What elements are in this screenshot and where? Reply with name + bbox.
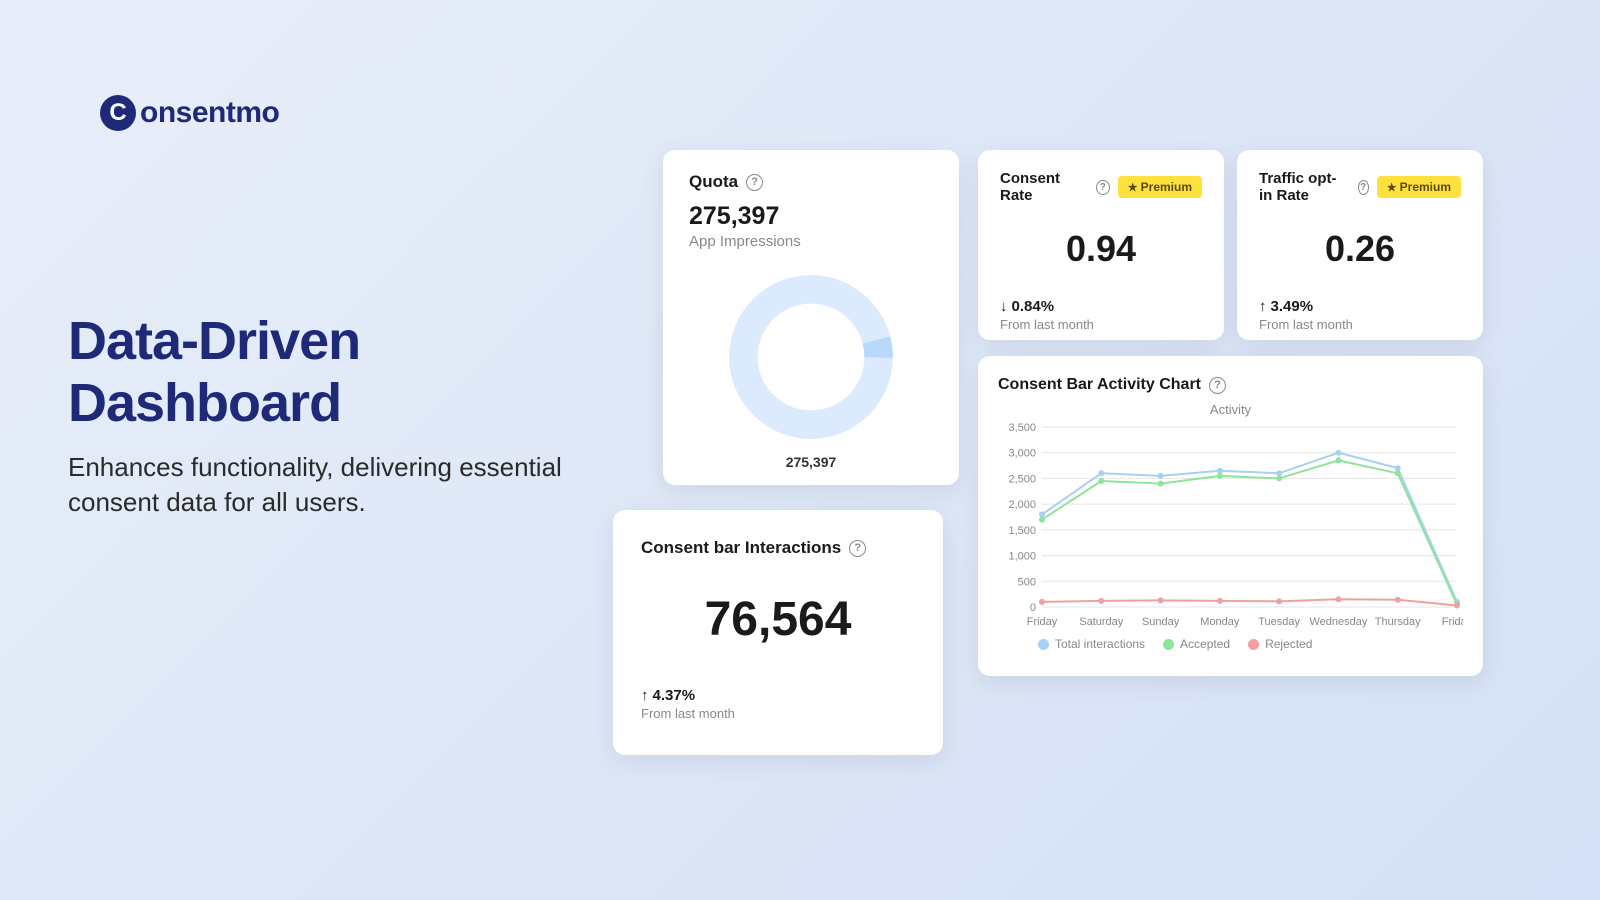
- brand-logo: C onsentmo: [100, 95, 279, 131]
- legend-dot-icon: [1163, 639, 1174, 650]
- svg-text:0: 0: [1030, 602, 1036, 614]
- svg-text:2,000: 2,000: [1008, 499, 1036, 511]
- svg-text:Sunday: Sunday: [1142, 616, 1180, 628]
- consent-rate-delta-sub: From last month: [1000, 317, 1202, 332]
- interactions-delta: 4.37%: [653, 687, 696, 704]
- logo-icon: C: [100, 95, 136, 131]
- svg-text:Thursday: Thursday: [1375, 616, 1421, 628]
- svg-text:Wednesday: Wednesday: [1309, 616, 1367, 628]
- consent-rate-value: 0.94: [1000, 228, 1202, 270]
- traffic-rate-delta: 3.49%: [1271, 298, 1314, 315]
- star-icon: ★: [1387, 181, 1397, 194]
- star-icon: ★: [1128, 181, 1138, 194]
- help-icon[interactable]: ?: [1358, 180, 1369, 195]
- help-icon[interactable]: ?: [1096, 180, 1110, 195]
- legend-dot-icon: [1248, 639, 1259, 650]
- consent-rate-card: Consent Rate ? ★Premium 0.94 ↓ 0.84% Fro…: [978, 150, 1224, 340]
- traffic-rate-value: 0.26: [1259, 228, 1461, 270]
- help-icon[interactable]: ?: [1209, 377, 1226, 394]
- traffic-rate-title: Traffic opt-in Rate: [1259, 170, 1350, 204]
- interactions-title: Consent bar Interactions: [641, 538, 841, 558]
- chart-legend: Total interactions Accepted Rejected: [1038, 637, 1463, 651]
- premium-badge: ★Premium: [1377, 176, 1461, 198]
- svg-text:1,000: 1,000: [1008, 551, 1036, 563]
- page-subtitle: Enhances functionality, delivering essen…: [68, 450, 628, 520]
- arrow-up-icon: ↑: [1259, 298, 1267, 315]
- activity-line-chart: 0 500 1,000 1,500 2,000 2,500 3,000 3,500 Friday…: [998, 421, 1463, 631]
- quota-card: Quota ? 275,397 App Impressions 275,397: [663, 150, 959, 485]
- svg-text:2,500: 2,500: [1008, 473, 1036, 485]
- interactions-delta-sub: From last month: [641, 706, 915, 721]
- quota-subtitle: App Impressions: [689, 233, 933, 250]
- svg-text:500: 500: [1018, 576, 1036, 588]
- chart-inner-title: Activity: [998, 402, 1463, 417]
- consent-rate-title: Consent Rate: [1000, 170, 1088, 204]
- hero-section: Data-Driven Dashboard Enhances functiona…: [68, 310, 628, 520]
- quota-title: Quota: [689, 172, 738, 192]
- legend-dot-icon: [1038, 639, 1049, 650]
- activity-chart-card: Consent Bar Activity Chart ? Activity 0 5…: [978, 356, 1483, 676]
- traffic-rate-card: Traffic opt-in Rate ? ★Premium 0.26 ↑ 3.…: [1237, 150, 1483, 340]
- consent-rate-delta: 0.84%: [1012, 298, 1055, 315]
- svg-text:Saturday: Saturday: [1079, 616, 1124, 628]
- svg-text:Friday: Friday: [1442, 616, 1463, 628]
- quota-value: 275,397: [689, 202, 933, 231]
- premium-badge: ★Premium: [1118, 176, 1202, 198]
- legend-item: Total interactions: [1038, 637, 1145, 651]
- help-icon[interactable]: ?: [849, 540, 866, 557]
- svg-text:Tuesday: Tuesday: [1258, 616, 1300, 628]
- svg-text:1,500: 1,500: [1008, 525, 1036, 537]
- help-icon[interactable]: ?: [746, 174, 763, 191]
- page-title: Data-Driven Dashboard: [68, 310, 628, 434]
- activity-chart-title: Consent Bar Activity Chart: [998, 376, 1201, 394]
- quota-donut-label: 275,397: [786, 454, 837, 470]
- arrow-up-icon: ↑: [641, 687, 649, 704]
- arrow-down-icon: ↓: [1000, 298, 1008, 315]
- svg-text:Friday: Friday: [1027, 616, 1058, 628]
- interactions-value: 76,564: [641, 592, 915, 647]
- brand-name: onsentmo: [140, 96, 279, 130]
- legend-item: Accepted: [1163, 637, 1230, 651]
- svg-text:Monday: Monday: [1200, 616, 1240, 628]
- traffic-rate-delta-sub: From last month: [1259, 317, 1461, 332]
- interactions-card: Consent bar Interactions ? 76,564 ↑ 4.37…: [613, 510, 943, 755]
- quota-donut-chart: [722, 268, 900, 446]
- svg-text:3,500: 3,500: [1008, 422, 1036, 434]
- svg-text:3,000: 3,000: [1008, 448, 1036, 460]
- legend-item: Rejected: [1248, 637, 1312, 651]
